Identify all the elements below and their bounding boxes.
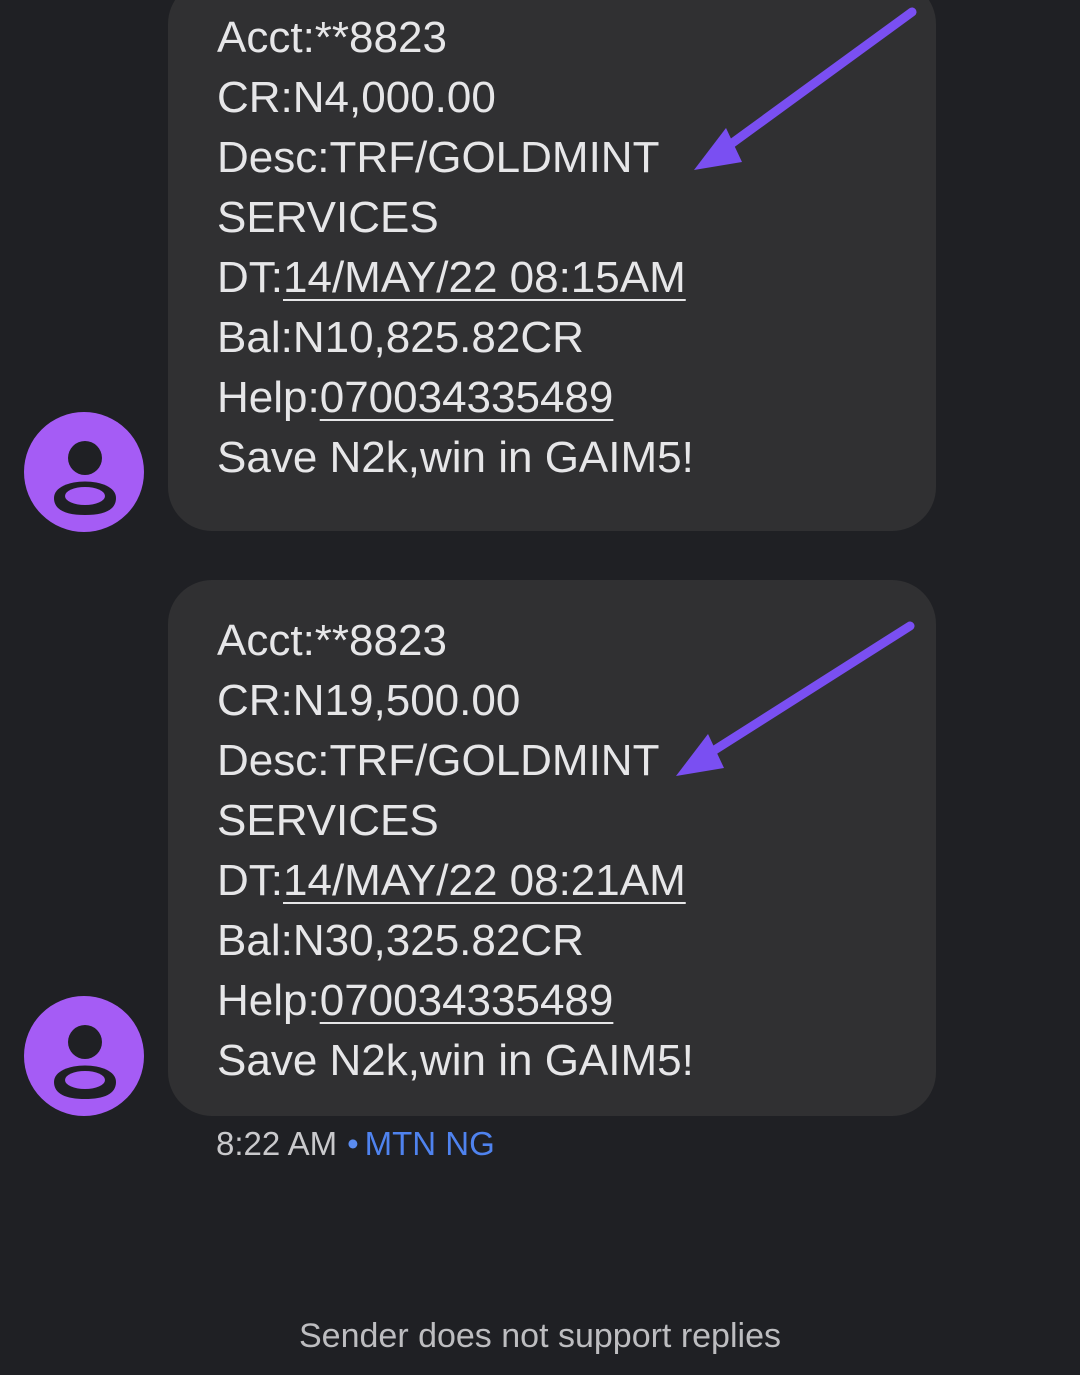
arrow-icon xyxy=(694,7,917,170)
annotation-arrows xyxy=(676,7,917,776)
arrow-icon xyxy=(676,621,915,776)
meta-separator: • xyxy=(347,1125,359,1162)
message-timestamp: 8:22 AM xyxy=(216,1125,338,1162)
message-meta: 8:22 AM • MTN NG xyxy=(216,1122,495,1166)
reply-disabled-notice: Sender does not support replies xyxy=(299,1317,781,1355)
sender-name[interactable]: MTN NG xyxy=(365,1125,495,1162)
